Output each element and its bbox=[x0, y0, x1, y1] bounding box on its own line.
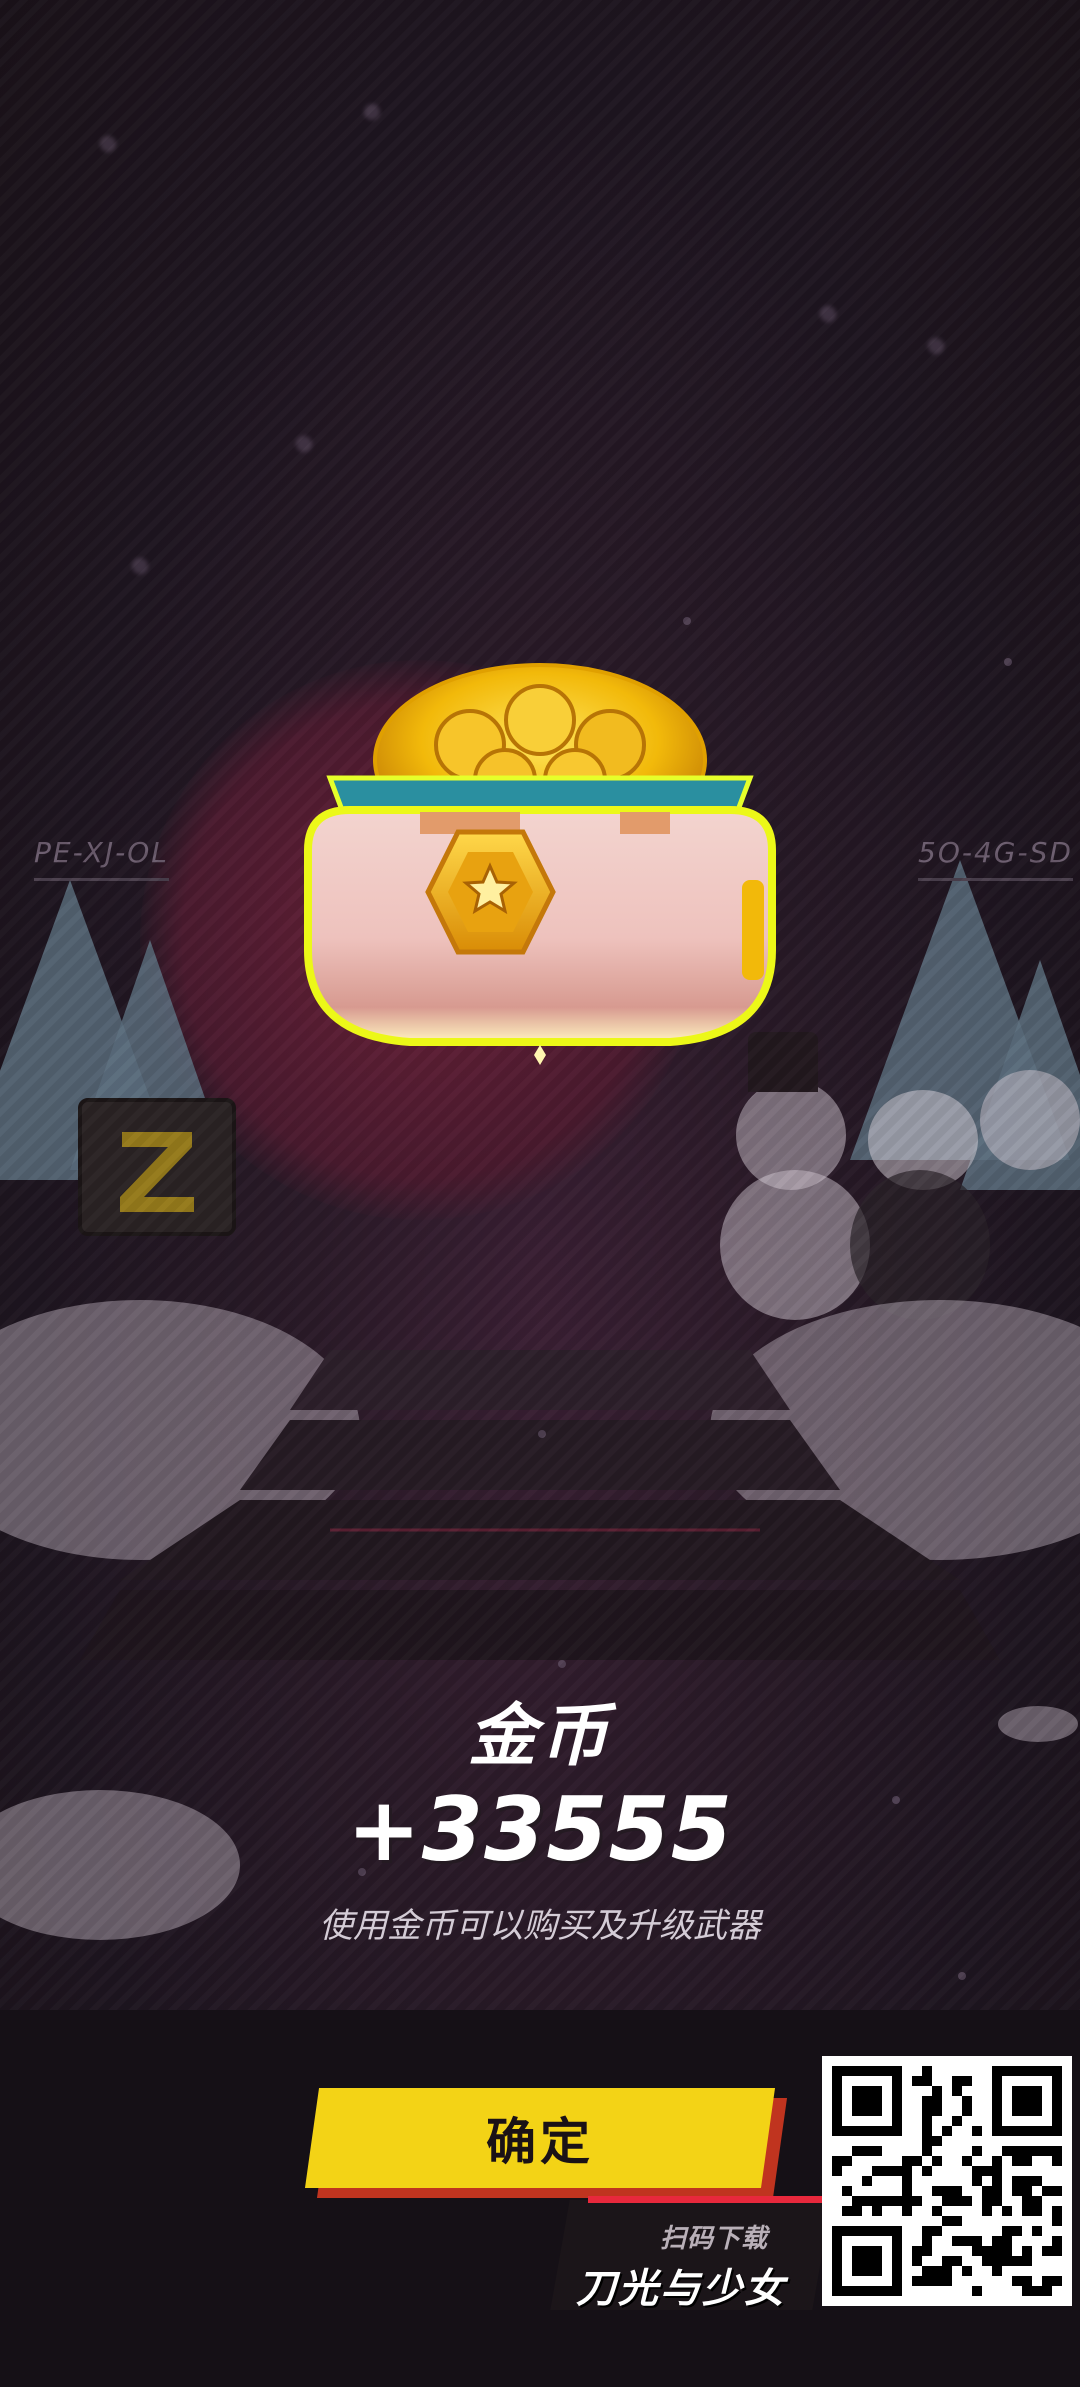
coin-chest-icon bbox=[290, 650, 790, 1070]
snowman-body bbox=[720, 1170, 870, 1320]
reward-amount: +33555 bbox=[347, 1778, 733, 1881]
reward-description: 使用金币可以购买及升级武器 bbox=[319, 1906, 761, 1946]
snowflake bbox=[958, 1972, 966, 1980]
panda-body bbox=[850, 1170, 990, 1320]
snowflake bbox=[683, 617, 691, 625]
plate-right: 5O-4G-SD bbox=[918, 836, 1073, 881]
plate-left: PE-XJ-OL bbox=[34, 836, 169, 881]
qr-code[interactable] bbox=[822, 2056, 1072, 2306]
snowflake bbox=[100, 136, 116, 152]
promo-accent-line bbox=[588, 2196, 826, 2203]
snowflake bbox=[132, 558, 148, 574]
snowflake bbox=[820, 306, 836, 322]
confirm-button-label: 确定 bbox=[486, 2113, 594, 2171]
stage-steps bbox=[80, 1350, 1000, 1660]
snowflake bbox=[364, 104, 380, 120]
snowman-right-head bbox=[980, 1070, 1080, 1170]
snowflake bbox=[1004, 658, 1012, 666]
reward-title: 金币 bbox=[467, 1697, 612, 1776]
snowflake bbox=[538, 1430, 546, 1438]
scan-download-text: 扫码下载 bbox=[660, 2224, 769, 2254]
snowflake bbox=[928, 338, 944, 354]
gift-box-z bbox=[78, 1098, 236, 1236]
confirm-button[interactable]: 确定 bbox=[304, 2088, 776, 2188]
snowflake bbox=[296, 436, 312, 452]
snowflake bbox=[558, 1660, 566, 1668]
game-logo: 刀光与少女 bbox=[576, 2266, 786, 2312]
